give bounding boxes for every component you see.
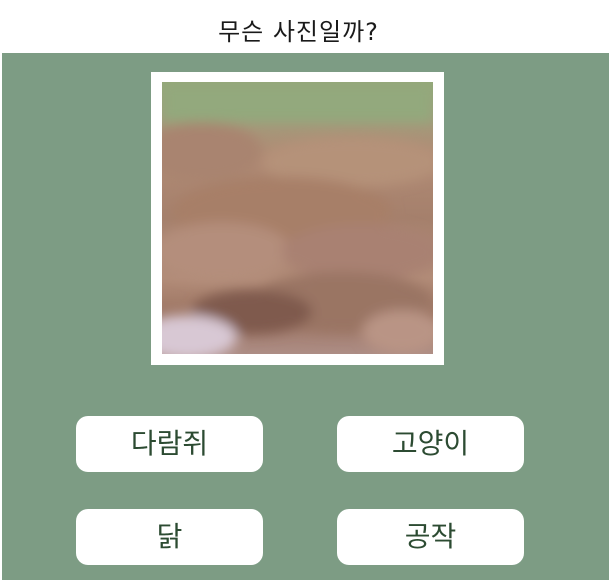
answer-button-2[interactable]: 고양이	[337, 416, 524, 472]
answer-button-4[interactable]: 공작	[337, 509, 524, 565]
quiz-panel: 다람쥐 고양이 닭 공작	[2, 53, 609, 580]
quiz-title: 무슨 사진일까?	[218, 18, 379, 46]
answer-button-1[interactable]: 다람쥐	[76, 416, 263, 472]
header: 무슨 사진일까?	[0, 0, 611, 53]
photo-frame	[151, 72, 444, 365]
quiz-photo	[162, 82, 433, 354]
answer-button-3[interactable]: 닭	[76, 509, 263, 565]
